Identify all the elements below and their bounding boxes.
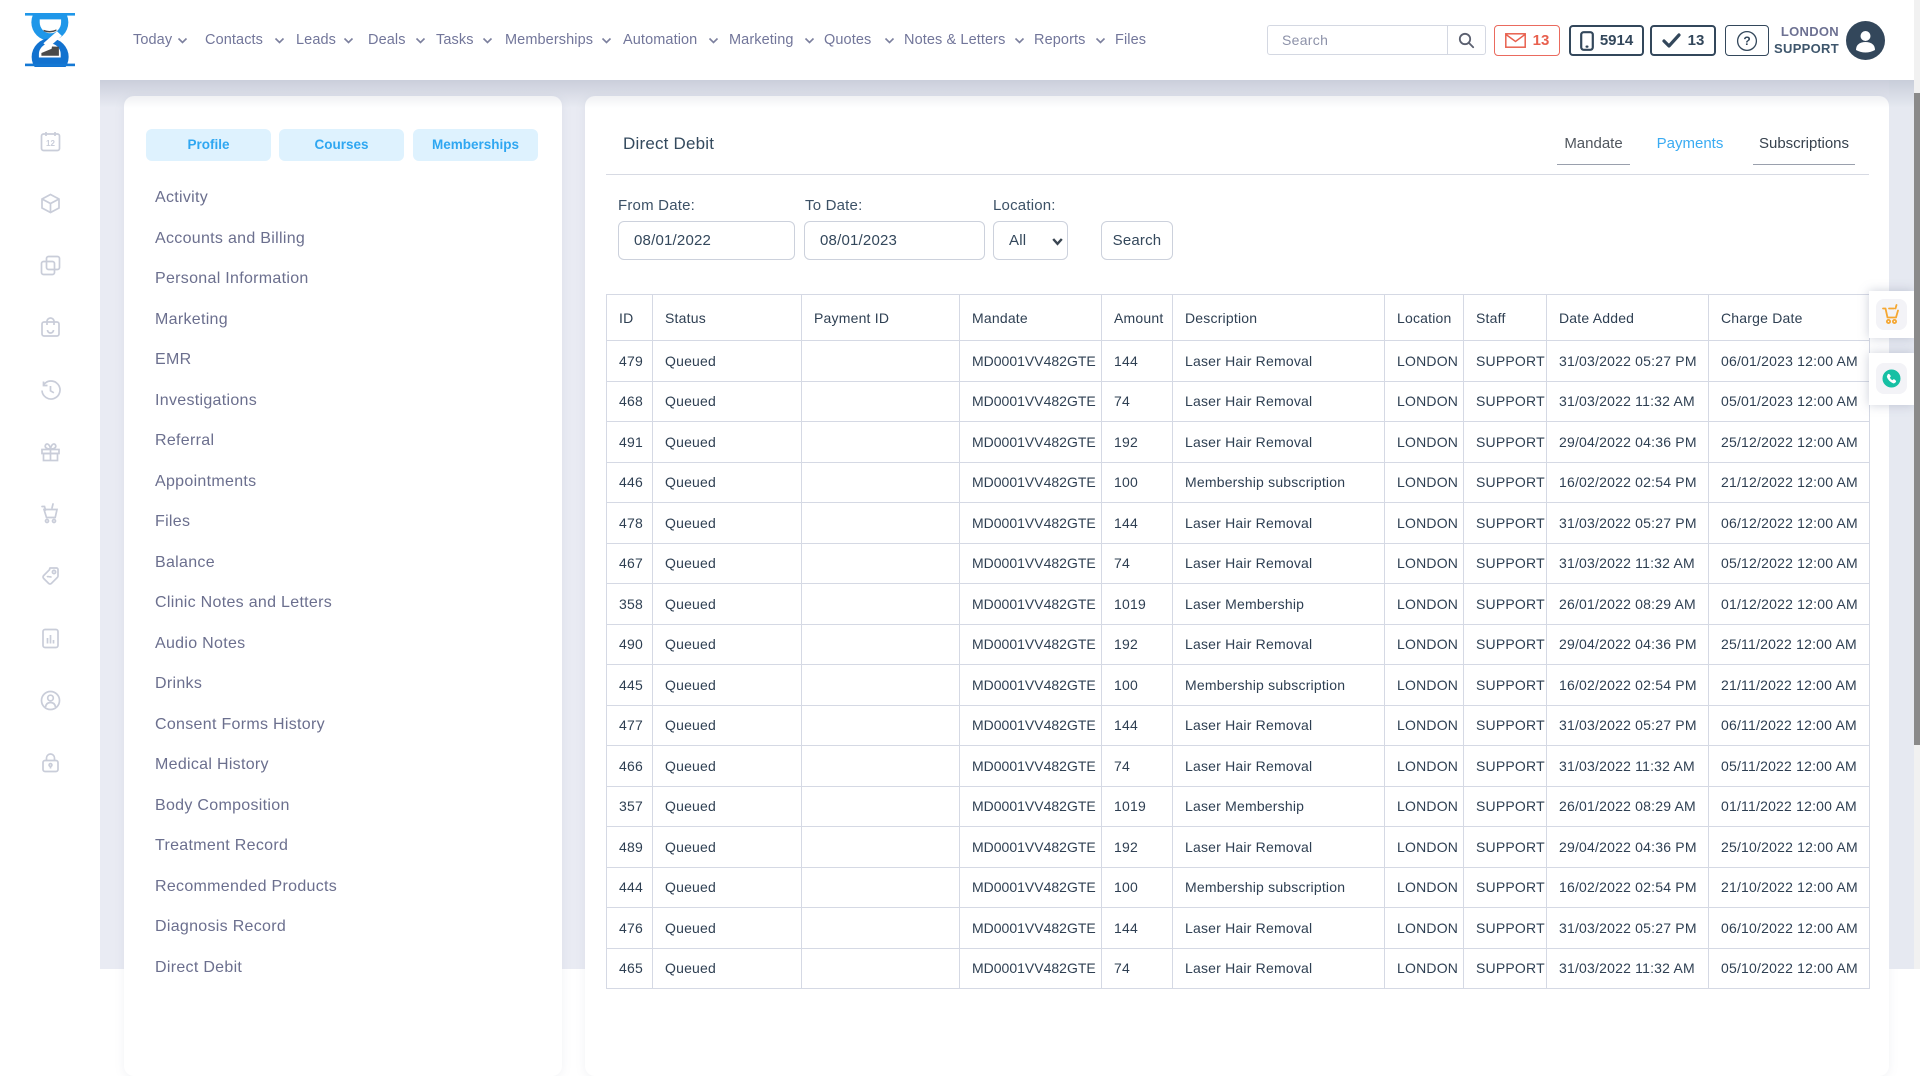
svg-text:12: 12	[46, 139, 55, 148]
